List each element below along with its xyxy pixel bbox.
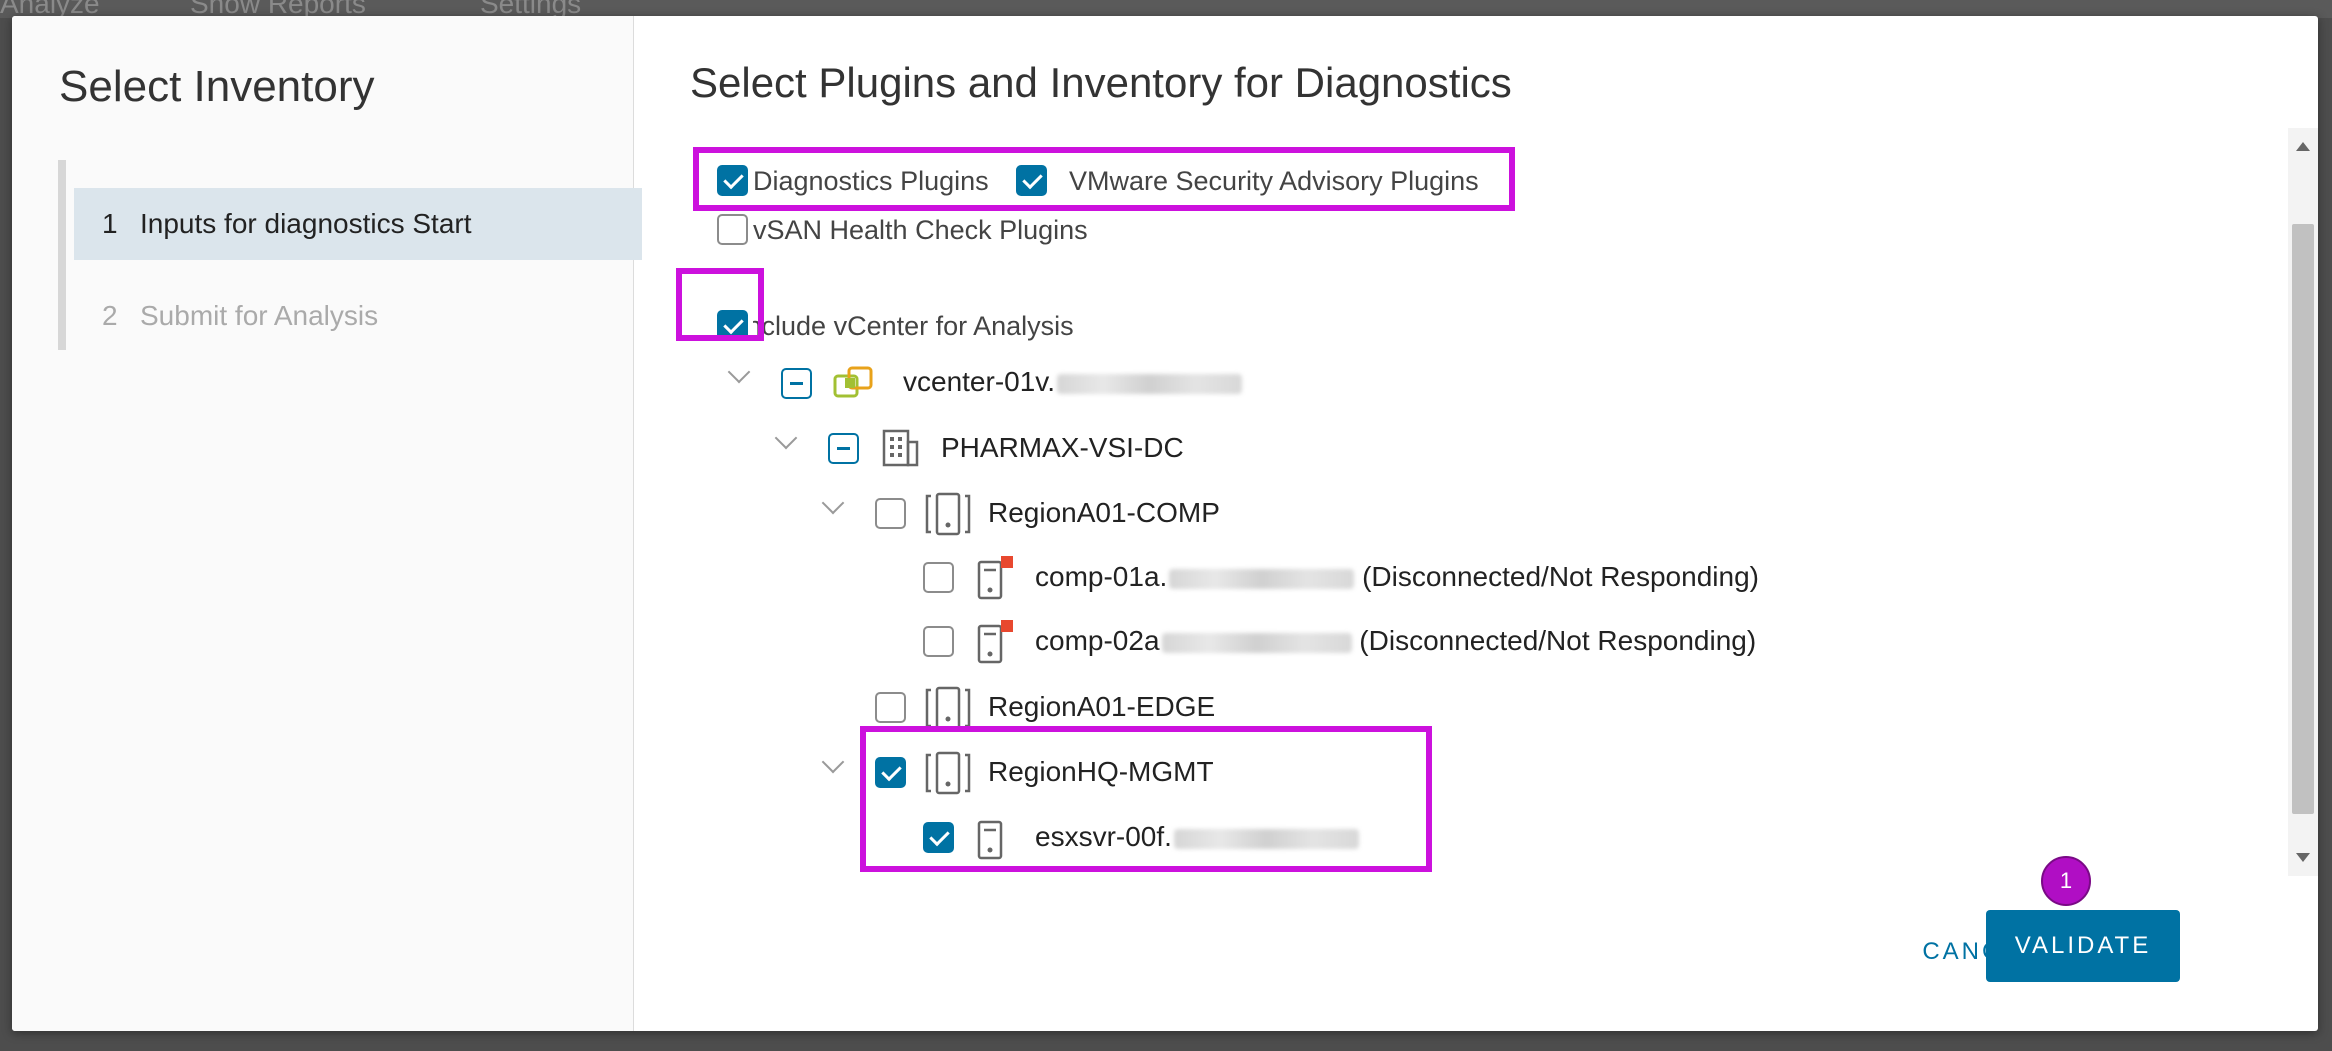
host-label: comp-01a. <box>1035 561 1168 592</box>
redacted-text <box>1161 632 1352 653</box>
host-disconnected-icon <box>977 620 1013 664</box>
host-comp-01a[interactable]: comp-01a. (Disconnected/Not Responding) <box>1035 561 1759 593</box>
cluster-edge-label[interactable]: RegionA01-EDGE <box>988 691 1215 723</box>
step-label: Submit for Analysis <box>140 300 379 331</box>
wizard-sidebar: Select Inventory 1 Inputs for diagnostic… <box>12 16 642 1031</box>
datacenter-label[interactable]: PHARMAX-VSI-DC <box>941 432 1184 464</box>
step-label: Inputs for diagnostics Start <box>140 208 472 239</box>
include-vcenter-label: Include vCenter for Analysis <box>739 311 1074 341</box>
cluster-mgmt-label[interactable]: RegionHQ-MGMT <box>988 756 1214 788</box>
cluster-comp-label[interactable]: RegionA01-COMP <box>988 497 1220 529</box>
datacenter-checkbox[interactable] <box>828 433 859 464</box>
host-label: comp-02a <box>1035 625 1160 656</box>
cluster-mgmt-checkbox[interactable] <box>875 757 906 788</box>
validate-button[interactable]: VALIDATE <box>1986 910 2180 982</box>
scroll-down-icon[interactable] <box>2296 853 2310 862</box>
host-icon <box>977 820 1003 860</box>
chevron-down-icon[interactable] <box>821 491 845 515</box>
vmware-security-advisory-label: VMware Security Advisory Plugins <box>1069 166 1479 196</box>
host-disconnected-icon <box>977 556 1013 600</box>
wizard-step-submit[interactable]: 2 Submit for Analysis <box>74 280 642 352</box>
page-title: Select Plugins and Inventory for Diagnos… <box>690 59 1512 106</box>
scrollbar[interactable] <box>2288 128 2318 876</box>
select-inventory-modal: Select Inventory 1 Inputs for diagnostic… <box>12 16 2318 1031</box>
host-comp-02a-checkbox[interactable] <box>923 626 954 657</box>
diagnostics-plugins-checkbox[interactable] <box>717 165 748 196</box>
chevron-down-icon[interactable] <box>727 360 751 384</box>
chevron-down-icon[interactable] <box>821 750 845 774</box>
redacted-text <box>1057 373 1242 394</box>
cluster-icon <box>925 751 971 795</box>
host-esxsvr-00f-checkbox[interactable] <box>923 822 954 853</box>
cluster-edge-checkbox[interactable] <box>875 692 906 723</box>
vcenter-node[interactable]: vcenter-01v. <box>903 366 1242 398</box>
wizard-step-inputs[interactable]: 1 Inputs for diagnostics Start <box>74 188 642 260</box>
inventory-scroll-area: Diagnostics Plugins VMware Security Advi… <box>635 128 2318 876</box>
vcenter-checkbox[interactable] <box>781 368 812 399</box>
step-number: 1 <box>102 208 118 239</box>
wizard-steps: 1 Inputs for diagnostics Start 2 Submit … <box>58 160 642 350</box>
host-label: esxsvr-00f. <box>1035 821 1172 852</box>
wizard-title: Select Inventory <box>59 62 375 111</box>
redacted-text <box>1169 568 1355 589</box>
datacenter-icon <box>882 429 919 467</box>
host-comp-02a[interactable]: comp-02a (Disconnected/Not Responding) <box>1035 625 1756 657</box>
scroll-thumb[interactable] <box>2292 224 2314 814</box>
main-panel: Select Plugins and Inventory for Diagnos… <box>635 16 2318 1031</box>
vcenter-icon <box>833 366 873 398</box>
diagnostics-plugins-label: Diagnostics Plugins <box>753 166 989 196</box>
host-comp-01a-checkbox[interactable] <box>923 562 954 593</box>
chevron-down-icon[interactable] <box>774 426 798 450</box>
host-status: (Disconnected/Not Responding) <box>1359 625 1757 656</box>
step-number: 2 <box>102 300 118 331</box>
redacted-text <box>1173 828 1359 849</box>
include-vcenter-checkbox[interactable] <box>717 310 748 341</box>
annotation-badge: 1 <box>2041 856 2091 906</box>
vcenter-label: vcenter-01v. <box>903 366 1055 397</box>
vsan-health-check-checkbox[interactable] <box>717 214 748 245</box>
host-status: (Disconnected/Not Responding) <box>1362 561 1759 592</box>
vmware-security-advisory-checkbox[interactable] <box>1016 165 1047 196</box>
vsan-health-check-label: vSAN Health Check Plugins <box>753 215 1088 245</box>
cluster-icon <box>925 492 971 536</box>
cluster-comp-checkbox[interactable] <box>875 498 906 529</box>
scroll-up-icon[interactable] <box>2296 142 2310 151</box>
background-app-sidebar <box>0 18 12 1051</box>
host-esxsvr-00f[interactable]: esxsvr-00f. <box>1035 821 1359 853</box>
cluster-icon <box>925 686 971 730</box>
